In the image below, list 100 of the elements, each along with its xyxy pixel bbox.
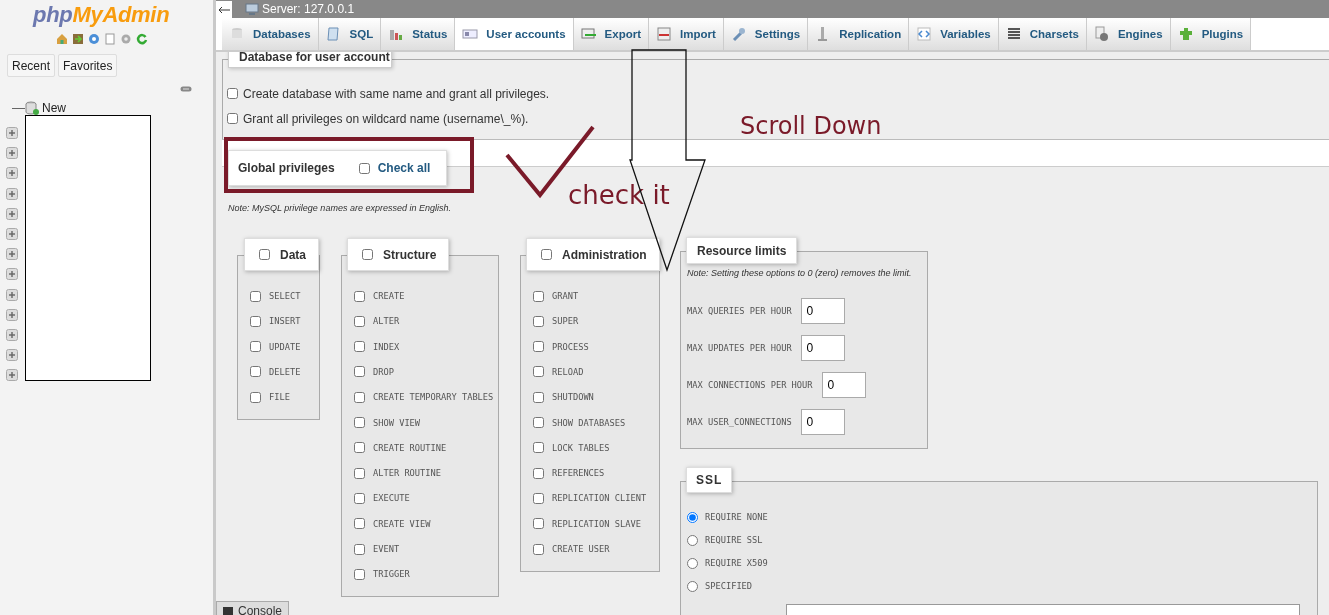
tab[interactable]: Variables — [909, 18, 999, 50]
checkbox[interactable] — [362, 249, 373, 260]
checkbox[interactable] — [533, 391, 544, 403]
expand-icon[interactable] — [6, 308, 18, 321]
checkbox[interactable] — [354, 467, 365, 479]
checkbox-label[interactable]: LOCK TABLES — [552, 442, 610, 453]
checkbox[interactable] — [354, 315, 365, 327]
input-field[interactable]: 0 — [800, 298, 845, 324]
link-icon[interactable] — [180, 85, 192, 93]
checkbox-label[interactable]: EVENT — [373, 544, 400, 554]
checkbox-label[interactable]: ALTER ROUTINE — [373, 468, 441, 479]
tab[interactable]: Replication — [808, 18, 910, 50]
expand-icon[interactable] — [6, 288, 18, 301]
tab[interactable]: Engines — [1086, 18, 1171, 50]
logo[interactable]: phpMyAdmin — [33, 2, 170, 28]
expand-icon[interactable] — [6, 227, 18, 240]
expand-icon[interactable] — [6, 187, 18, 200]
checkbox[interactable] — [250, 290, 261, 302]
checkbox[interactable] — [227, 88, 238, 99]
tab[interactable]: Settings — [723, 18, 809, 50]
checkbox[interactable] — [354, 366, 365, 378]
checkbox[interactable] — [250, 391, 261, 403]
checkbox-label[interactable]: ALTER — [373, 316, 400, 327]
tab-button[interactable]: Recent — [7, 54, 56, 77]
checkbox-label[interactable]: TRIGGER — [373, 569, 410, 580]
expand-icon[interactable] — [6, 167, 18, 180]
checkbox[interactable] — [250, 341, 261, 353]
reload-icon[interactable] — [136, 33, 148, 45]
expand-icon[interactable] — [6, 207, 18, 220]
expand-icon[interactable] — [6, 369, 18, 382]
tab[interactable]: Plugins — [1170, 18, 1252, 50]
checkbox[interactable] — [354, 442, 365, 454]
checkbox-label[interactable]: DELETE — [269, 366, 301, 377]
checkbox[interactable] — [533, 315, 544, 327]
console-button[interactable]: Console — [216, 601, 290, 615]
database-icon[interactable] — [25, 101, 39, 115]
tab[interactable]: SQL — [318, 18, 382, 50]
tab[interactable]: Export — [573, 18, 650, 50]
checkbox[interactable] — [533, 341, 544, 353]
checkbox[interactable] — [533, 543, 544, 555]
checkbox[interactable] — [533, 518, 544, 530]
checkbox-label[interactable]: DROP — [373, 366, 394, 377]
checkbox-label[interactable]: SELECT — [269, 291, 301, 302]
checkbox[interactable] — [354, 290, 365, 302]
expand-icon[interactable] — [6, 248, 18, 261]
tab[interactable]: Import — [649, 18, 724, 50]
checkbox-label[interactable]: REPLICATION CLIENT — [552, 493, 647, 504]
checkbox[interactable] — [358, 162, 370, 174]
checkbox-label[interactable]: GRANT — [552, 291, 579, 302]
checkbox-label[interactable]: REFERENCES — [552, 468, 605, 479]
checkbox-label[interactable]: UPDATE — [269, 341, 301, 352]
check-all-link[interactable]: Check all — [377, 161, 431, 175]
checkbox-label[interactable]: REPLICATION SLAVE — [552, 518, 641, 529]
input-field[interactable]: 0 — [800, 409, 845, 435]
checkbox[interactable] — [533, 417, 544, 428]
checkbox[interactable] — [354, 543, 365, 555]
checkbox[interactable] — [354, 492, 365, 504]
monitor-icon[interactable] — [245, 2, 259, 16]
input-field[interactable]: 0 — [821, 372, 866, 398]
radio-label[interactable]: REQUIRE X509 — [705, 558, 768, 568]
checkbox[interactable] — [354, 417, 365, 428]
radio-button[interactable] — [687, 580, 698, 592]
checkbox-label[interactable]: CREATE TEMPORARY TABLES — [373, 392, 494, 403]
tree-item[interactable]: New — [42, 101, 66, 115]
checkbox-label[interactable]: SHOW VIEW — [373, 417, 421, 428]
checkbox-label[interactable]: SUPER — [552, 316, 579, 327]
expand-icon[interactable] — [6, 268, 18, 281]
checkbox[interactable] — [227, 113, 238, 124]
expand-icon[interactable] — [6, 127, 18, 139]
checkbox-label[interactable]: CREATE USER — [552, 544, 610, 554]
checkbox[interactable] — [354, 341, 365, 353]
input-field[interactable]: 0 — [800, 335, 845, 361]
tab[interactable]: Status — [381, 18, 456, 50]
checkbox[interactable] — [250, 315, 261, 327]
checkbox[interactable] — [250, 366, 261, 378]
checkbox-label[interactable]: CREATE ROUTINE — [373, 442, 447, 453]
tab[interactable]: Charsets — [998, 18, 1087, 50]
checkbox[interactable] — [533, 290, 544, 302]
checkbox[interactable] — [354, 391, 365, 403]
checkbox-label[interactable]: INSERT — [269, 316, 301, 327]
checkbox[interactable] — [533, 366, 544, 378]
expand-icon[interactable] — [6, 349, 18, 362]
expand-icon[interactable] — [6, 328, 18, 341]
expand-icon[interactable] — [6, 147, 18, 160]
radio-label[interactable]: REQUIRE NONE — [705, 512, 768, 522]
checkbox-label[interactable]: PROCESS — [552, 341, 589, 352]
checkbox[interactable] — [354, 518, 365, 530]
radio-button[interactable] — [687, 557, 698, 569]
checkbox[interactable] — [259, 249, 270, 260]
tab[interactable]: Databases — [222, 18, 319, 50]
radio-button[interactable] — [687, 511, 698, 523]
checkbox-label[interactable]: SHOW DATABASES — [552, 417, 626, 428]
tab-button[interactable]: Favorites — [58, 54, 118, 77]
home-icon[interactable] — [56, 33, 68, 45]
checkbox[interactable] — [533, 492, 544, 504]
checkbox-label[interactable]: CREATE VIEW — [373, 518, 431, 529]
checkbox-label[interactable]: Grant all privileges on wildcard name (username\_%). — [243, 111, 529, 126]
exit-icon[interactable] — [72, 33, 84, 45]
checkbox-label[interactable]: INDEX — [373, 341, 400, 352]
radio-label[interactable]: SPECIFIED — [705, 581, 753, 591]
